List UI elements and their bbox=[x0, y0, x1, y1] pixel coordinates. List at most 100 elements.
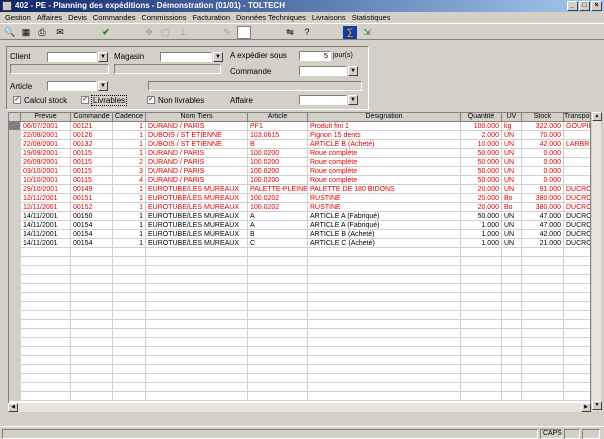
cell-stock[interactable] bbox=[522, 329, 564, 338]
cell-cadence[interactable] bbox=[113, 347, 146, 356]
cell-prevue[interactable] bbox=[21, 356, 71, 365]
row-selector[interactable] bbox=[9, 212, 21, 221]
cell-nom-tiers[interactable] bbox=[146, 248, 248, 257]
affaire-dropdown-button[interactable]: ▼ bbox=[348, 95, 358, 105]
cell-article[interactable] bbox=[248, 284, 308, 293]
cell-cadence[interactable] bbox=[113, 284, 146, 293]
cell-article[interactable]: 100.0200 bbox=[248, 167, 308, 176]
header-article[interactable]: Article bbox=[248, 113, 308, 122]
cell-quantite[interactable] bbox=[461, 302, 502, 311]
row-selector[interactable] bbox=[9, 122, 21, 131]
cell-transporteur[interactable]: LARBRE bbox=[564, 140, 590, 149]
cell-stock[interactable] bbox=[522, 275, 564, 284]
cell-transporteur[interactable]: DUCROS bbox=[564, 203, 590, 212]
cell-nom-tiers[interactable] bbox=[146, 275, 248, 284]
cell-commande[interactable] bbox=[71, 266, 113, 275]
cell-quantite[interactable]: 50.000 bbox=[461, 158, 502, 167]
table-row[interactable]: 14/11/2001 00154 1 EUROTUBE/LES MUREAUX B ART… bbox=[9, 230, 590, 239]
menu-gestion[interactable]: Gestion bbox=[2, 12, 34, 23]
cell-stock[interactable]: 380.000 bbox=[522, 203, 564, 212]
empty-table-row[interactable] bbox=[9, 383, 590, 392]
cell-prevue[interactable]: 29/10/2001 bbox=[21, 185, 71, 194]
cell-transporteur[interactable] bbox=[564, 347, 590, 356]
empty-table-row[interactable] bbox=[9, 257, 590, 266]
cell-nom-tiers[interactable] bbox=[146, 302, 248, 311]
cell-quantite[interactable] bbox=[461, 248, 502, 257]
cell-uv[interactable]: UN bbox=[502, 185, 522, 194]
cell-nom-tiers[interactable] bbox=[146, 383, 248, 392]
cell-nom-tiers[interactable] bbox=[146, 356, 248, 365]
cell-transporteur[interactable] bbox=[564, 167, 590, 176]
cell-nom-tiers[interactable]: DURAND / PARIS bbox=[146, 158, 248, 167]
cell-transporteur[interactable] bbox=[564, 248, 590, 257]
row-selector[interactable] bbox=[9, 221, 21, 230]
cell-stock[interactable] bbox=[522, 311, 564, 320]
cell-article[interactable]: 100.0202 bbox=[248, 194, 308, 203]
cell-prevue[interactable] bbox=[21, 338, 71, 347]
cell-stock[interactable] bbox=[522, 257, 564, 266]
cell-quantite[interactable]: 50.000 bbox=[461, 176, 502, 185]
cell-commande[interactable] bbox=[71, 392, 113, 401]
cell-article[interactable] bbox=[248, 320, 308, 329]
cell-article[interactable] bbox=[248, 293, 308, 302]
cell-stock[interactable]: 0.000 bbox=[522, 167, 564, 176]
cell-uv[interactable] bbox=[502, 347, 522, 356]
row-selector[interactable] bbox=[9, 275, 21, 284]
minimize-button[interactable]: _ bbox=[567, 1, 578, 11]
cell-cadence[interactable] bbox=[113, 383, 146, 392]
cell-uv[interactable] bbox=[502, 320, 522, 329]
cell-article[interactable] bbox=[248, 248, 308, 257]
row-selector[interactable] bbox=[9, 374, 21, 383]
cell-uv[interactable] bbox=[502, 365, 522, 374]
cell-article[interactable]: 100.0200 bbox=[248, 176, 308, 185]
cell-transporteur[interactable] bbox=[564, 284, 590, 293]
article-dropdown-button[interactable]: ▼ bbox=[98, 81, 108, 91]
cell-prevue[interactable]: 12/11/2001 bbox=[21, 203, 71, 212]
row-selector[interactable] bbox=[9, 320, 21, 329]
cell-cadence[interactable]: 1 bbox=[113, 239, 146, 248]
cell-transporteur[interactable] bbox=[564, 149, 590, 158]
cell-article[interactable]: A bbox=[248, 212, 308, 221]
cell-designation[interactable]: PALETTE DE 180 BIDONS bbox=[308, 185, 461, 194]
cell-stock[interactable]: 42.000 bbox=[522, 140, 564, 149]
table-row[interactable]: 12/11/2001 00151 1 EUROTUBE/LES MUREAUX 100.… bbox=[9, 194, 590, 203]
cell-commande[interactable]: 00126 bbox=[71, 131, 113, 140]
cell-quantite[interactable]: 50.000 bbox=[461, 149, 502, 158]
cell-uv[interactable]: Bo bbox=[502, 203, 522, 212]
cell-uv[interactable] bbox=[502, 311, 522, 320]
cell-commande[interactable] bbox=[71, 338, 113, 347]
cell-prevue[interactable]: 03/10/2001 bbox=[21, 167, 71, 176]
cell-prevue[interactable]: 14/11/2001 bbox=[21, 221, 71, 230]
cell-article[interactable] bbox=[248, 302, 308, 311]
close-button[interactable]: × bbox=[591, 1, 602, 11]
cell-quantite[interactable] bbox=[461, 311, 502, 320]
calcul-stock-checkbox[interactable]: ✓ bbox=[13, 96, 21, 104]
cell-designation[interactable] bbox=[308, 338, 461, 347]
cell-article[interactable]: A bbox=[248, 221, 308, 230]
a-expedier-input[interactable]: 5 bbox=[299, 51, 331, 61]
table-row[interactable]: 14/11/2001 00150 1 EUROTUBE/LES MUREAUX A ART… bbox=[9, 212, 590, 221]
cell-commande[interactable] bbox=[71, 329, 113, 338]
empty-table-row[interactable] bbox=[9, 284, 590, 293]
cell-transporteur[interactable]: DUCROS bbox=[564, 185, 590, 194]
horizontal-scrollbar[interactable]: ◀ ▶ bbox=[8, 403, 591, 412]
cell-uv[interactable] bbox=[502, 293, 522, 302]
cell-uv[interactable] bbox=[502, 266, 522, 275]
cell-prevue[interactable]: 19/09/2001 bbox=[21, 149, 71, 158]
cell-cadence[interactable] bbox=[113, 338, 146, 347]
cell-commande[interactable]: 00151 bbox=[71, 194, 113, 203]
row-selector[interactable] bbox=[9, 383, 21, 392]
cell-cadence[interactable]: 1 bbox=[113, 131, 146, 140]
cell-transporteur[interactable]: GOUPIL bbox=[564, 122, 590, 131]
cell-transporteur[interactable] bbox=[564, 257, 590, 266]
menu-livraisons[interactable]: Livraisons bbox=[309, 12, 349, 23]
cell-cadence[interactable]: 1 bbox=[113, 185, 146, 194]
cell-cadence[interactable] bbox=[113, 329, 146, 338]
cell-transporteur[interactable] bbox=[564, 131, 590, 140]
cell-commande[interactable] bbox=[71, 383, 113, 392]
window-icon[interactable] bbox=[237, 26, 251, 39]
cell-article[interactable]: 100.0200 bbox=[248, 158, 308, 167]
cell-cadence[interactable] bbox=[113, 275, 146, 284]
cell-designation[interactable]: Roue complète bbox=[308, 149, 461, 158]
livrables-checkbox[interactable]: ✓ bbox=[81, 96, 89, 104]
